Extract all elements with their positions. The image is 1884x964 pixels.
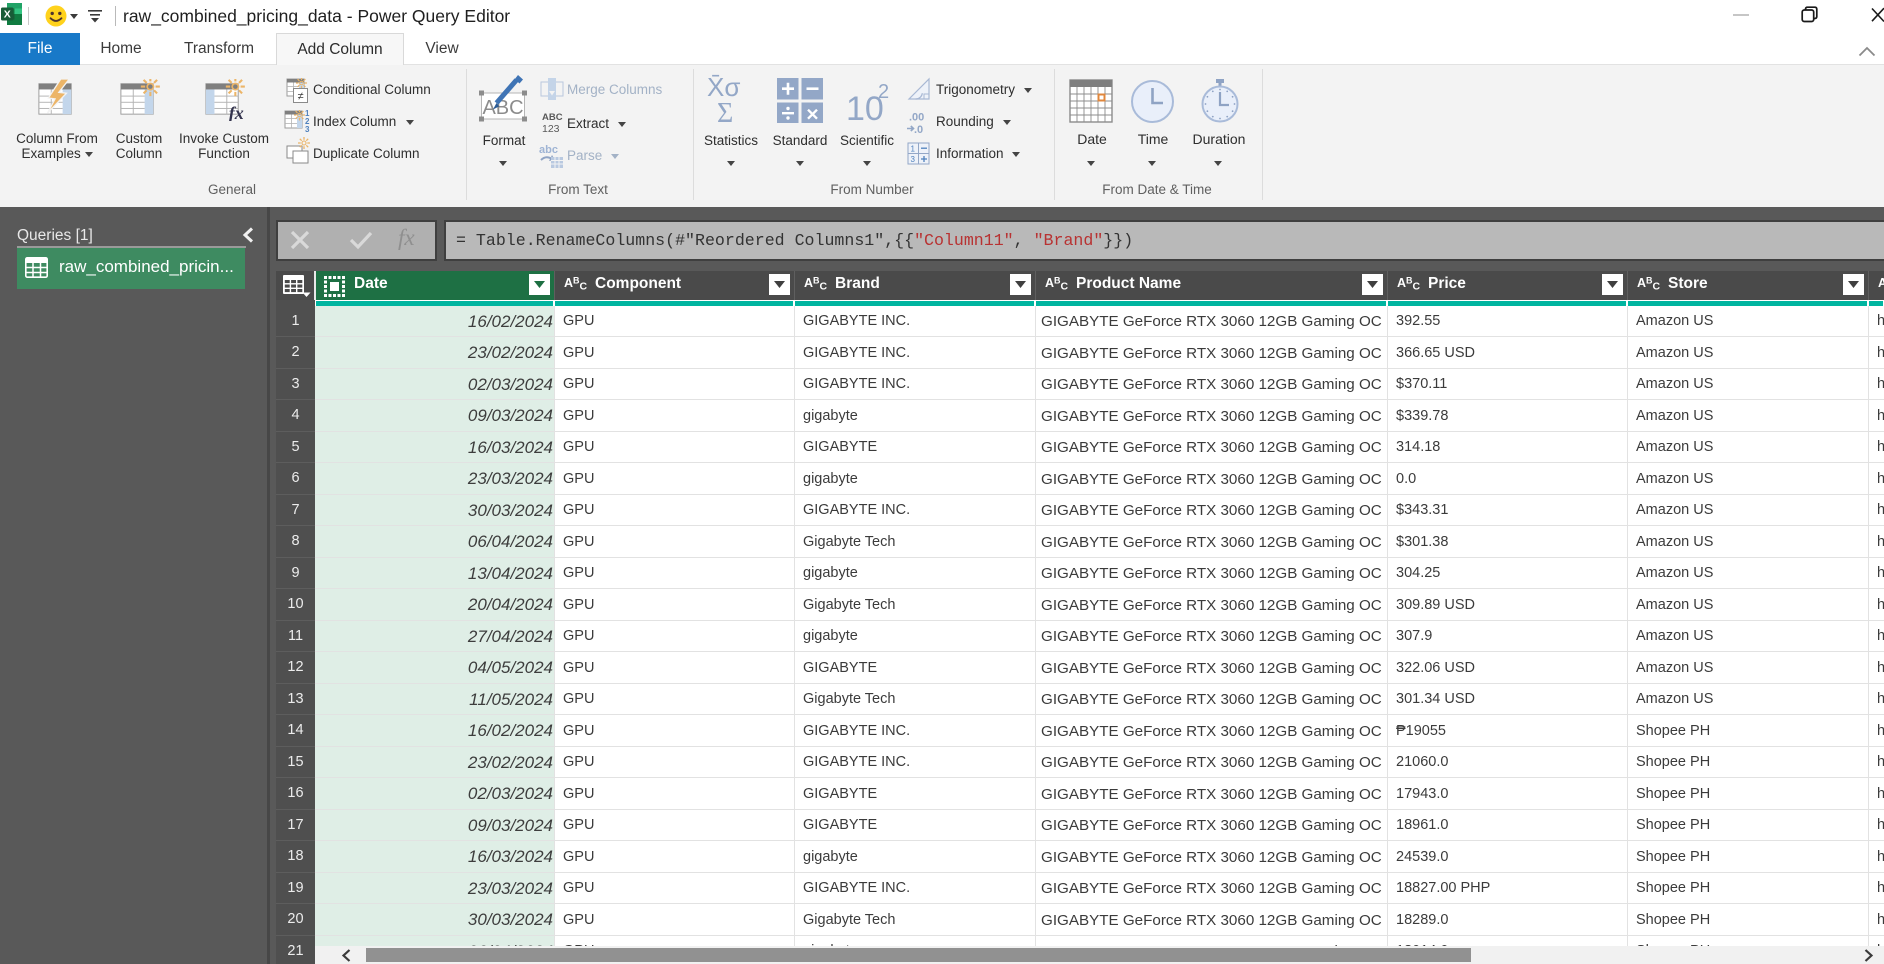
svg-text:C: C	[1653, 281, 1661, 293]
svg-text:ABC: ABC	[542, 112, 563, 123]
svg-text:.00: .00	[909, 112, 924, 124]
svg-text:C: C	[1061, 281, 1069, 293]
svg-text:A: A	[1637, 276, 1646, 290]
svg-text:C: C	[1413, 281, 1421, 293]
svg-text:2: 2	[878, 81, 889, 103]
svg-text:ABC: ABC	[482, 97, 523, 119]
svg-text:3: 3	[911, 155, 916, 164]
svg-text:A: A	[804, 276, 813, 290]
svg-text:A: A	[1397, 276, 1406, 290]
svg-text:Σ: Σ	[717, 98, 733, 124]
svg-text:.0: .0	[914, 124, 923, 135]
svg-text:fx: fx	[229, 103, 244, 121]
svg-text:C: C	[580, 281, 588, 293]
svg-text:A: A	[1878, 276, 1884, 290]
svg-text:≠: ≠	[297, 91, 303, 103]
svg-text:A: A	[564, 276, 573, 290]
svg-text:abc: abc	[539, 144, 558, 156]
svg-text:123: 123	[542, 123, 560, 134]
svg-text:A: A	[1045, 276, 1054, 290]
svg-text:3: 3	[305, 125, 310, 134]
svg-text:C: C	[820, 281, 828, 293]
svg-text:X: X	[4, 9, 11, 21]
svg-text:1: 1	[911, 145, 916, 154]
